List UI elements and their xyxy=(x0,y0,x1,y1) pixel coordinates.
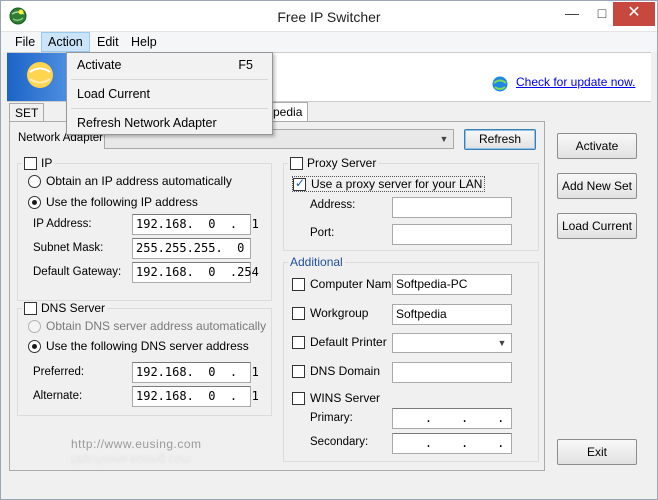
ip-group-legend: IP xyxy=(22,156,55,170)
proxy-group: Proxy Server Use a proxy server for your… xyxy=(283,156,539,251)
update-globe-icon[interactable] xyxy=(491,75,509,96)
load-current-button[interactable]: Load Current xyxy=(557,213,637,239)
menu-separator xyxy=(71,108,268,109)
alternate-dns-label: Alternate: xyxy=(33,390,83,402)
menu-bar: File Action Edit Help xyxy=(1,32,657,52)
default-printer-option[interactable]: Default Printer xyxy=(292,335,387,349)
exit-button[interactable]: Exit xyxy=(557,439,637,465)
default-printer-select[interactable]: ▼ xyxy=(392,333,512,353)
workgroup-label: Workgroup xyxy=(310,306,369,320)
title-bar: Free IP Switcher — □ ✕ xyxy=(1,1,657,32)
wins-option[interactable]: WINS Server xyxy=(292,391,380,405)
proxy-enable-checkbox[interactable] xyxy=(290,156,303,170)
menu-file[interactable]: File xyxy=(9,32,41,52)
subnet-mask-field[interactable]: 255.255.255. 0 xyxy=(132,238,251,259)
website-watermark-reflection: http://www.eusing.com xyxy=(71,453,192,467)
proxy-address-field[interactable] xyxy=(392,197,512,218)
app-window: Free IP Switcher — □ ✕ File Action Edit … xyxy=(0,0,658,500)
chevron-down-icon: ▼ xyxy=(439,134,449,144)
computer-name-field[interactable]: Softpedia-PC xyxy=(392,274,512,295)
ip-manual-label: Use the following IP address xyxy=(46,195,198,209)
proxy-group-legend: Proxy Server xyxy=(288,156,379,170)
computer-name-checkbox[interactable] xyxy=(292,277,305,291)
dns-manual-radio[interactable] xyxy=(28,339,41,353)
dns-group-legend: DNS Server xyxy=(22,301,108,315)
default-printer-label: Default Printer xyxy=(310,335,387,349)
wins-primary-field[interactable]: . . . xyxy=(392,408,512,429)
menu-separator xyxy=(71,79,268,80)
wins-checkbox[interactable] xyxy=(292,391,305,405)
proxy-address-label: Address: xyxy=(310,199,356,211)
banner-globe-icon xyxy=(25,60,55,93)
check-update-link[interactable]: Check for update now. xyxy=(516,75,635,89)
dns-domain-checkbox[interactable] xyxy=(292,364,305,378)
add-new-set-button[interactable]: Add New Set xyxy=(557,173,637,199)
workgroup-checkbox[interactable] xyxy=(292,306,305,320)
wins-secondary-field[interactable]: . . . xyxy=(392,433,512,454)
dns-group: DNS Server Obtain DNS server address aut… xyxy=(17,301,272,416)
ip-auto-radio[interactable] xyxy=(28,174,41,188)
use-proxy-label: Use a proxy server for your LAN xyxy=(311,177,483,191)
dns-domain-option[interactable]: DNS Domain xyxy=(292,364,380,378)
dns-group-title: DNS Server xyxy=(41,301,106,315)
ip-group: IP Obtain an IP address automatically Us… xyxy=(17,156,272,301)
refresh-button[interactable]: Refresh xyxy=(464,129,536,150)
dns-domain-field[interactable] xyxy=(392,362,512,383)
banner-graphic xyxy=(7,53,67,101)
tab-set[interactable]: SET xyxy=(9,103,45,123)
menu-action[interactable]: Action xyxy=(41,32,90,52)
proxy-port-field[interactable] xyxy=(392,224,512,245)
preferred-dns-label: Preferred: xyxy=(33,366,85,378)
menu-item-activate-shortcut: F5 xyxy=(238,58,253,72)
dns-auto-label: Obtain DNS server address automatically xyxy=(46,319,267,333)
ip-group-title: IP xyxy=(41,156,53,170)
computer-name-label: Computer Name xyxy=(310,277,399,291)
menu-item-refresh-adapter[interactable]: Refresh Network Adapter xyxy=(68,111,271,135)
default-gateway-field[interactable]: 192.168. 0 .254 xyxy=(132,262,259,283)
chevron-down-icon: ▼ xyxy=(497,338,507,348)
proxy-group-title: Proxy Server xyxy=(307,156,377,170)
wins-secondary-label: Secondary: xyxy=(310,436,369,448)
dns-domain-label: DNS Domain xyxy=(310,364,381,378)
wins-label: WINS Server xyxy=(310,391,381,405)
ip-auto-option[interactable]: Obtain an IP address automatically xyxy=(28,174,232,188)
ip-manual-option[interactable]: Use the following IP address xyxy=(28,195,198,209)
dns-manual-option[interactable]: Use the following DNS server address xyxy=(28,339,249,353)
proxy-port-label: Port: xyxy=(310,227,335,239)
use-proxy-option[interactable]: Use a proxy server for your LAN xyxy=(292,176,486,192)
workgroup-field[interactable]: Softpedia xyxy=(392,304,512,325)
subnet-mask-label: Subnet Mask: xyxy=(33,242,104,254)
ip-auto-label: Obtain an IP address automatically xyxy=(46,174,232,188)
website-watermark: http://www.eusing.com xyxy=(71,437,202,451)
minimize-button[interactable]: — xyxy=(557,2,587,26)
wins-primary-label: Primary: xyxy=(310,412,353,424)
close-button[interactable]: ✕ xyxy=(613,2,655,26)
dns-enable-checkbox[interactable] xyxy=(24,301,37,315)
ip-address-field[interactable]: 192.168. 0 . 1 xyxy=(132,214,259,235)
alternate-dns-field[interactable]: 192.168. 0 . 1 xyxy=(132,386,259,407)
tab-softpedia[interactable]: pedia xyxy=(267,102,309,122)
menu-item-activate[interactable]: Activate F5 xyxy=(68,53,271,77)
dns-auto-option[interactable]: Obtain DNS server address automatically xyxy=(28,319,266,333)
menu-item-activate-label: Activate xyxy=(77,58,122,72)
default-printer-checkbox[interactable] xyxy=(292,335,305,349)
additional-group-title: Additional xyxy=(288,255,345,269)
computer-name-option[interactable]: Computer Name xyxy=(292,277,398,291)
ip-address-label: IP Address: xyxy=(33,218,92,230)
menu-help[interactable]: Help xyxy=(125,32,163,52)
menu-item-load-current[interactable]: Load Current xyxy=(68,82,271,106)
action-menu: Activate F5 Load Current Refresh Network… xyxy=(66,52,273,135)
preferred-dns-field[interactable]: 192.168. 0 . 1 xyxy=(132,362,259,383)
tab-panel: Network Adapter: ▼ Refresh IP Obtain an … xyxy=(9,121,545,471)
dns-auto-radio[interactable] xyxy=(28,319,41,333)
workgroup-option[interactable]: Workgroup xyxy=(292,306,368,320)
use-proxy-checkbox[interactable] xyxy=(293,176,306,191)
default-gateway-label: Default Gateway: xyxy=(33,266,122,278)
activate-button[interactable]: Activate xyxy=(557,133,637,159)
ip-enable-checkbox[interactable] xyxy=(24,156,37,170)
menu-edit[interactable]: Edit xyxy=(91,32,125,52)
ip-manual-radio[interactable] xyxy=(28,195,41,209)
dns-manual-label: Use the following DNS server address xyxy=(46,339,249,353)
additional-group: Additional Computer Name Softpedia-PC Wo… xyxy=(283,255,539,462)
